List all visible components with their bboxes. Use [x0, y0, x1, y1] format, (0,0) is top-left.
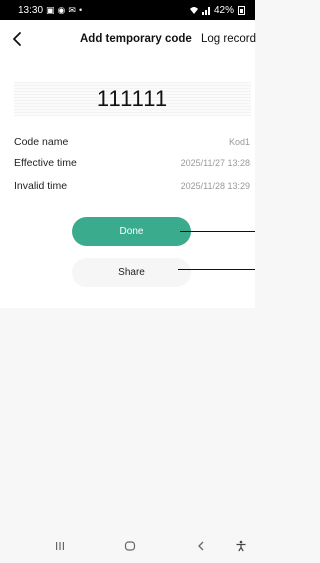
- detail-label: Code name: [14, 136, 69, 148]
- detail-value: Kod1: [228, 137, 250, 147]
- status-right: 42%: [189, 5, 245, 16]
- status-left: 13:30 ▣ ◉ ✉ •: [18, 5, 82, 16]
- code-display: 111111: [14, 82, 251, 116]
- temporary-code: 111111: [96, 86, 169, 111]
- status-bar: 13:30 ▣ ◉ ✉ • 42%: [0, 0, 255, 20]
- home-icon[interactable]: [124, 540, 136, 552]
- log-record-link[interactable]: Log record: [201, 33, 256, 45]
- done-button[interactable]: Done: [72, 217, 191, 246]
- back-icon[interactable]: [195, 540, 207, 552]
- pointer-line-done: [180, 231, 255, 232]
- dot-icon: •: [78, 4, 83, 15]
- pointer-line-share: [178, 269, 255, 270]
- detail-label: Invalid time: [14, 180, 68, 192]
- detail-label: Effective time: [14, 157, 77, 169]
- back-arrow-icon[interactable]: [9, 30, 27, 48]
- page-title: Add temporary code: [80, 33, 192, 45]
- share-button[interactable]: Share: [72, 258, 191, 287]
- system-nav-bar: [0, 531, 255, 563]
- header: Add temporary code Log record: [0, 20, 256, 60]
- detail-value: 2025/11/28 13:29: [180, 181, 250, 191]
- battery-percent: 42%: [213, 4, 234, 16]
- instagram-icon: ◉: [57, 4, 66, 15]
- status-time: 13:30: [18, 4, 44, 16]
- recents-icon[interactable]: [54, 540, 66, 552]
- detail-row-code-name: Code name Kod1: [14, 134, 250, 150]
- email-icon: ✉: [68, 4, 76, 15]
- detail-row-invalid-time: Invalid time 2025/11/28 13:29: [14, 178, 250, 194]
- signal-icon: [201, 6, 210, 15]
- wifi-icon: [189, 6, 198, 14]
- accessibility-icon[interactable]: [235, 540, 247, 552]
- battery-icon: [238, 5, 245, 15]
- detail-row-effective-time: Effective time 2025/11/27 13:28: [14, 155, 250, 171]
- detail-value: 2025/11/27 13:28: [180, 158, 250, 168]
- main-content: 111111 Code name Kod1 Effective time 202…: [0, 60, 255, 308]
- gallery-icon: ▣: [46, 4, 55, 15]
